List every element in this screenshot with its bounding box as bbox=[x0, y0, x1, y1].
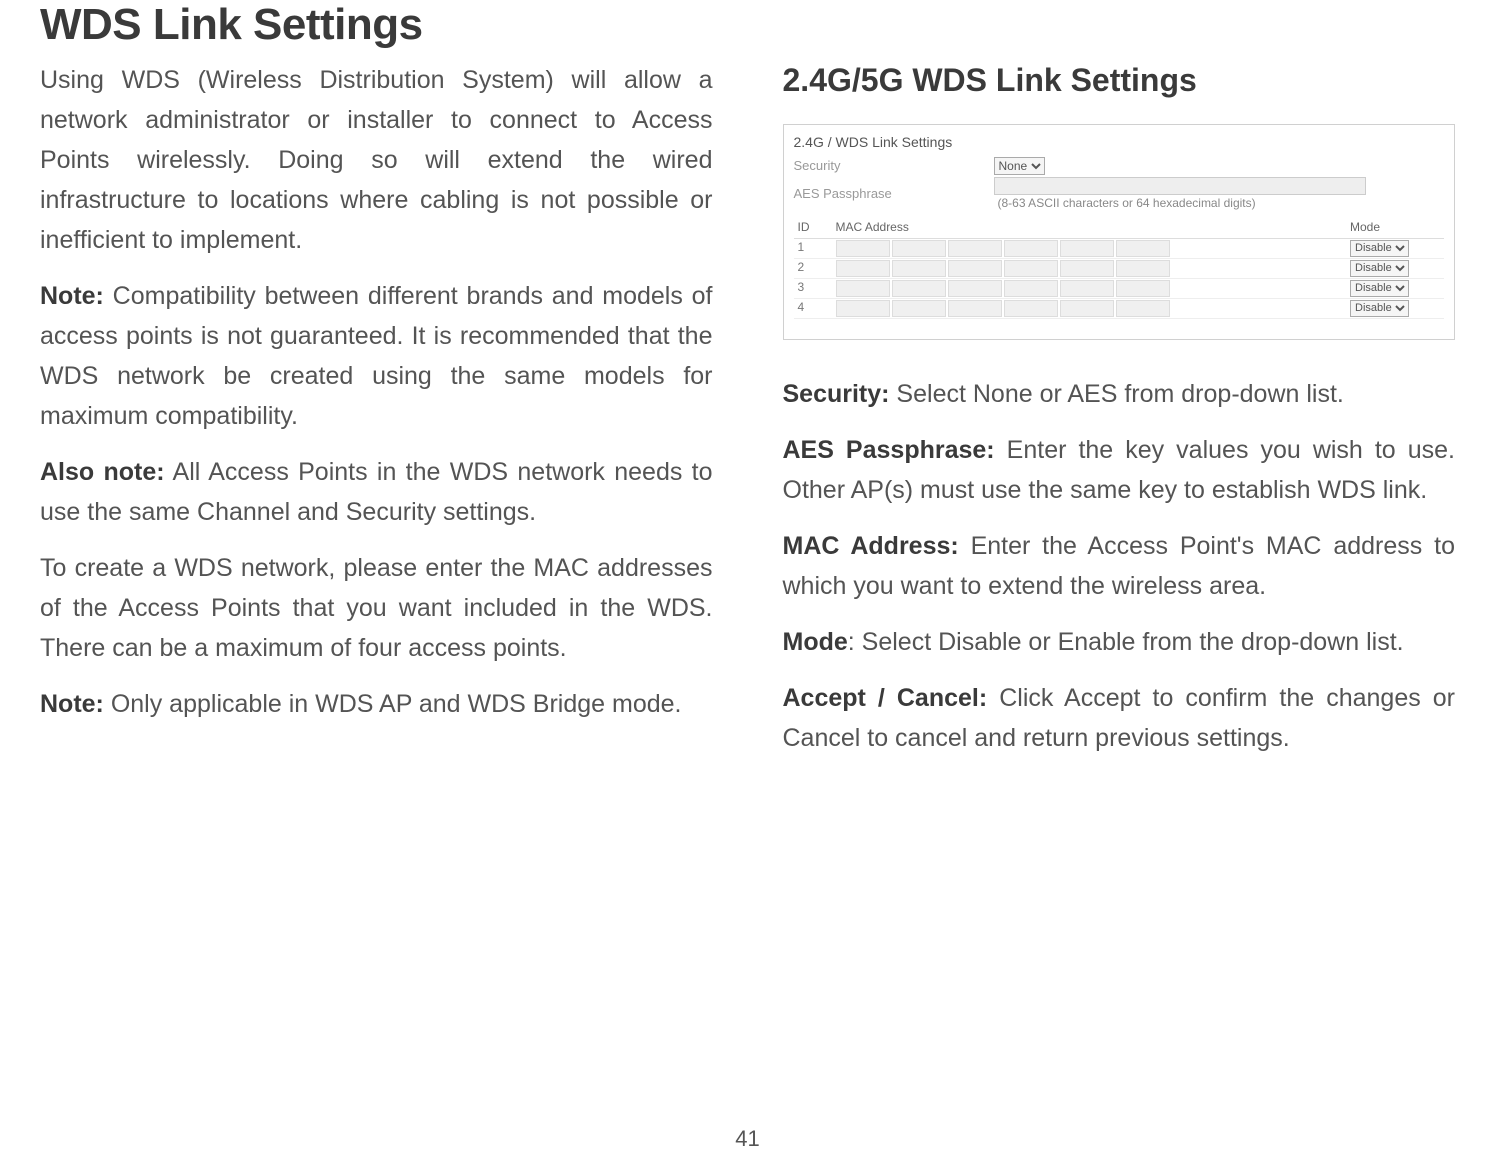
passphrase-row: AES Passphrase (8-63 ASCII characters or… bbox=[794, 177, 1445, 212]
field-accept: Accept / Cancel: Click Accept to confirm… bbox=[783, 678, 1456, 758]
security-def-text: Select None or AES from drop-down list. bbox=[889, 380, 1343, 408]
page-number: 41 bbox=[0, 1126, 1495, 1152]
passphrase-hint: (8-63 ASCII characters or 64 hexadecimal… bbox=[998, 196, 1256, 210]
mac-input[interactable] bbox=[948, 240, 1002, 257]
note3-label: Note: bbox=[40, 690, 104, 718]
mac-input[interactable] bbox=[892, 240, 946, 257]
screenshot-title: 2.4G / WDS Link Settings bbox=[794, 133, 1445, 151]
mac-input[interactable] bbox=[1004, 240, 1058, 257]
mac-input[interactable] bbox=[1116, 240, 1170, 257]
document-page: WDS Link Settings Using WDS (Wireless Di… bbox=[0, 0, 1495, 1172]
passphrase-label: AES Passphrase bbox=[794, 186, 994, 203]
col-mac: MAC Address bbox=[832, 218, 1347, 238]
mac-input[interactable] bbox=[1004, 300, 1058, 317]
mode-select[interactable]: Disable bbox=[1350, 300, 1409, 317]
field-mac: MAC Address: Enter the Access Point's MA… bbox=[783, 526, 1456, 606]
passphrase-wrap: (8-63 ASCII characters or 64 hexadecimal… bbox=[994, 177, 1366, 212]
table-row: 4 Disabl bbox=[794, 298, 1445, 318]
right-column: 2.4G/5G WDS Link Settings 2.4G / WDS Lin… bbox=[783, 60, 1456, 774]
mac-input[interactable] bbox=[1004, 280, 1058, 297]
security-select[interactable]: None bbox=[994, 157, 1045, 175]
security-row: Security None bbox=[794, 157, 1445, 175]
row-id: 1 bbox=[794, 238, 832, 258]
mac-input[interactable] bbox=[1060, 300, 1114, 317]
note-applicable: Note: Only applicable in WDS AP and WDS … bbox=[40, 684, 713, 724]
mode-select[interactable]: Disable bbox=[1350, 260, 1409, 277]
table-row: 3 Disabl bbox=[794, 278, 1445, 298]
passphrase-input[interactable] bbox=[994, 177, 1366, 195]
mode-def-label: Mode bbox=[783, 628, 848, 656]
page-title: WDS Link Settings bbox=[40, 0, 1455, 50]
mac-input[interactable] bbox=[1060, 260, 1114, 277]
section-heading: 2.4G/5G WDS Link Settings bbox=[783, 60, 1456, 100]
mac-input[interactable] bbox=[1060, 240, 1114, 257]
mac-input[interactable] bbox=[1116, 300, 1170, 317]
mac-cells bbox=[832, 298, 1347, 318]
table-row: 1 Disabl bbox=[794, 238, 1445, 258]
mac-def-label: MAC Address: bbox=[783, 532, 959, 560]
mode-select[interactable]: Disable bbox=[1350, 280, 1409, 297]
mac-cells bbox=[832, 238, 1347, 258]
field-mode: Mode: Select Disable or Enable from the … bbox=[783, 622, 1456, 662]
mac-input[interactable] bbox=[892, 260, 946, 277]
note-label: Note: bbox=[40, 282, 104, 310]
mac-input[interactable] bbox=[836, 260, 890, 277]
wds-settings-screenshot: 2.4G / WDS Link Settings Security None A… bbox=[783, 124, 1456, 340]
note3-text: Only applicable in WDS AP and WDS Bridge… bbox=[104, 690, 682, 718]
mac-input[interactable] bbox=[1116, 260, 1170, 277]
note-also: Also note: All Access Points in the WDS … bbox=[40, 452, 713, 532]
note-compatibility: Note: Compatibility between different br… bbox=[40, 276, 713, 436]
mac-input[interactable] bbox=[892, 300, 946, 317]
mac-input[interactable] bbox=[948, 280, 1002, 297]
two-column-layout: Using WDS (Wireless Distribution System)… bbox=[40, 60, 1455, 774]
row-id: 2 bbox=[794, 258, 832, 278]
mode-def-text: : Select Disable or Enable from the drop… bbox=[848, 628, 1404, 656]
accept-def-label: Accept / Cancel: bbox=[783, 684, 988, 712]
field-aes: AES Passphrase: Enter the key values you… bbox=[783, 430, 1456, 510]
mac-input[interactable] bbox=[948, 260, 1002, 277]
mode-select[interactable]: Disable bbox=[1350, 240, 1409, 257]
mac-input[interactable] bbox=[892, 280, 946, 297]
col-mode: Mode bbox=[1346, 218, 1444, 238]
row-id: 3 bbox=[794, 278, 832, 298]
mac-input[interactable] bbox=[1116, 280, 1170, 297]
mac-cells bbox=[832, 258, 1347, 278]
mac-input[interactable] bbox=[836, 280, 890, 297]
create-network-paragraph: To create a WDS network, please enter th… bbox=[40, 548, 713, 668]
col-id: ID bbox=[794, 218, 832, 238]
table-row: 2 Disabl bbox=[794, 258, 1445, 278]
mac-cells bbox=[832, 278, 1347, 298]
mac-input[interactable] bbox=[1060, 280, 1114, 297]
left-column: Using WDS (Wireless Distribution System)… bbox=[40, 60, 713, 774]
intro-paragraph: Using WDS (Wireless Distribution System)… bbox=[40, 60, 713, 260]
aes-def-label: AES Passphrase: bbox=[783, 436, 995, 464]
field-security: Security: Select None or AES from drop-d… bbox=[783, 374, 1456, 414]
mac-address-table: ID MAC Address Mode 1 bbox=[794, 218, 1445, 319]
row-id: 4 bbox=[794, 298, 832, 318]
security-def-label: Security: bbox=[783, 380, 890, 408]
note-text: Compatibility between different brands a… bbox=[40, 282, 713, 430]
security-label: Security bbox=[794, 158, 994, 175]
mac-input[interactable] bbox=[836, 300, 890, 317]
mac-input[interactable] bbox=[1004, 260, 1058, 277]
mac-input[interactable] bbox=[836, 240, 890, 257]
mac-input[interactable] bbox=[948, 300, 1002, 317]
also-note-label: Also note: bbox=[40, 458, 165, 486]
